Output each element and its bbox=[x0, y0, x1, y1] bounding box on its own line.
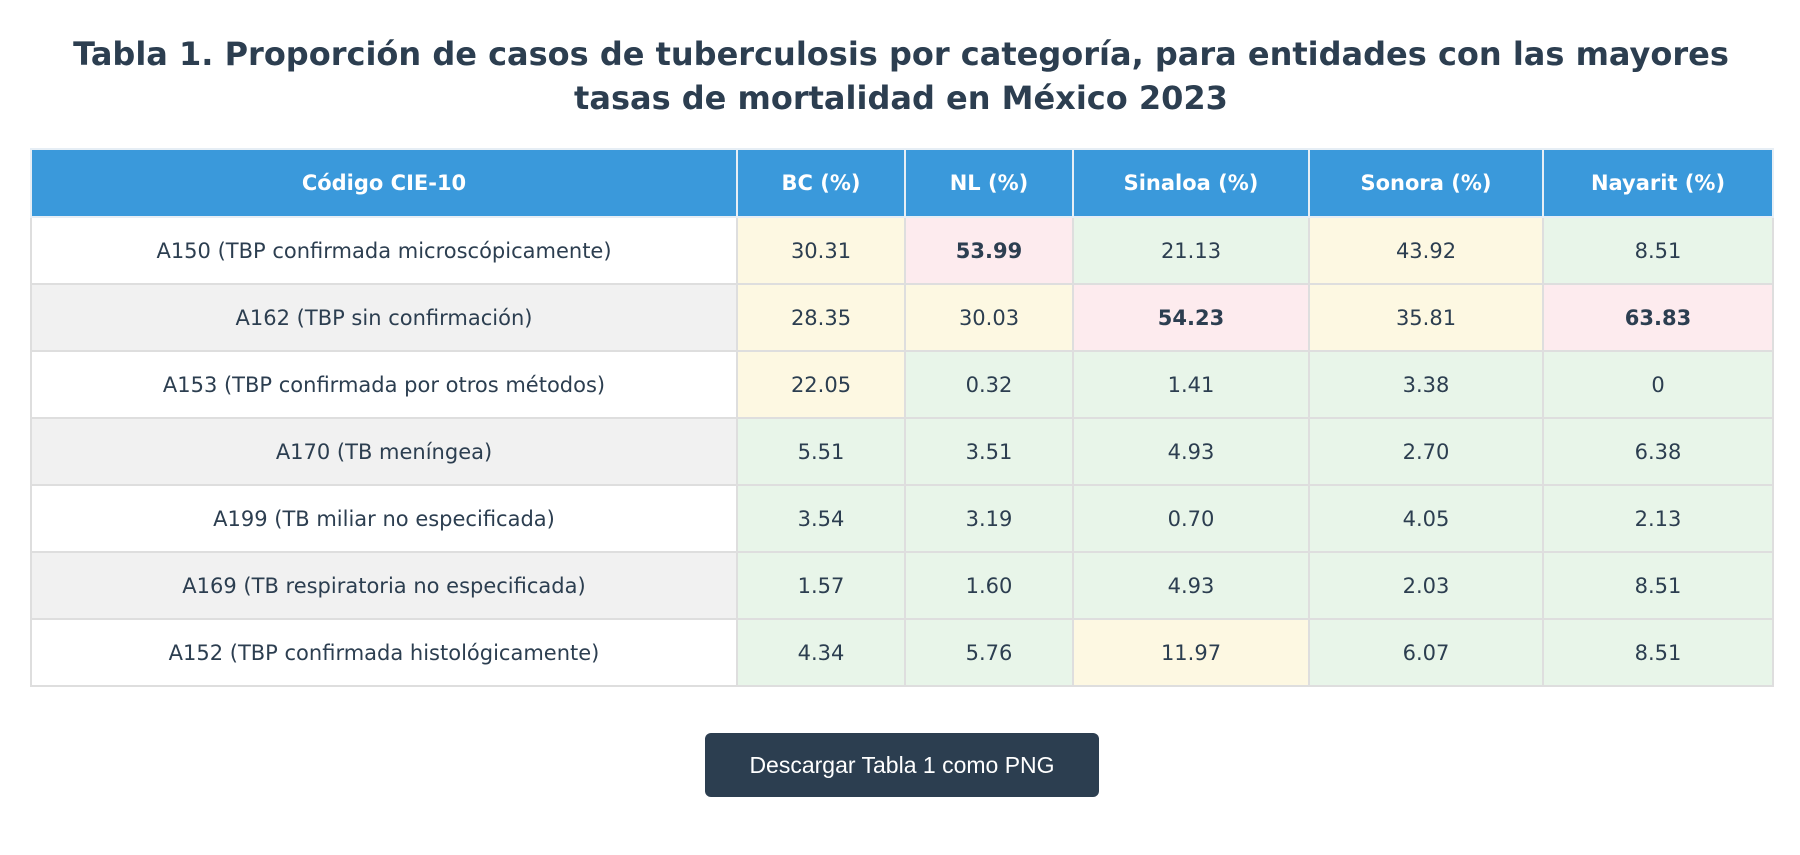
table-row: A199 (TB miliar no especificada) 3.54 3.19… bbox=[30, 484, 1774, 553]
row-label-cell: A150 (TBP confirmada microscópicamente) bbox=[30, 216, 738, 285]
value-cell: 11.97 bbox=[1072, 618, 1310, 687]
column-header-nl: NL (%) bbox=[904, 148, 1074, 218]
value-cell: 4.05 bbox=[1308, 484, 1544, 553]
value-cell: 1.41 bbox=[1072, 350, 1310, 419]
column-header-sinaloa: Sinaloa (%) bbox=[1072, 148, 1310, 218]
value-cell: 1.57 bbox=[736, 551, 906, 620]
value-cell: 8.51 bbox=[1542, 618, 1774, 687]
page: Tabla 1. Proporción de casos de tubercul… bbox=[0, 0, 1800, 855]
table-row: A152 (TBP confirmada histológicamente) 4.… bbox=[30, 618, 1774, 687]
value-cell: 4.34 bbox=[736, 618, 906, 687]
value-cell: 30.31 bbox=[736, 216, 906, 285]
value-cell: 6.38 bbox=[1542, 417, 1774, 486]
table-body: A150 (TBP confirmada microscópicamente) 3… bbox=[30, 216, 1774, 687]
row-label-cell: A199 (TB miliar no especificada) bbox=[30, 484, 738, 553]
value-cell: 3.51 bbox=[904, 417, 1074, 486]
value-cell: 28.35 bbox=[736, 283, 906, 352]
value-cell: 1.60 bbox=[904, 551, 1074, 620]
value-cell: 35.81 bbox=[1308, 283, 1544, 352]
column-header-code: Código CIE-10 bbox=[30, 148, 738, 218]
value-cell: 30.03 bbox=[904, 283, 1074, 352]
value-cell: 43.92 bbox=[1308, 216, 1544, 285]
table-row: A170 (TB meníngea) 5.51 3.51 4.93 2.70 6.38 bbox=[30, 417, 1774, 486]
value-cell: 2.13 bbox=[1542, 484, 1774, 553]
value-cell: 4.93 bbox=[1072, 551, 1310, 620]
value-cell: 6.07 bbox=[1308, 618, 1544, 687]
table-row: A150 (TBP confirmada microscópicamente) 3… bbox=[30, 216, 1774, 285]
value-cell: 5.51 bbox=[736, 417, 906, 486]
value-cell: 2.70 bbox=[1308, 417, 1544, 486]
row-label-cell: A153 (TBP confirmada por otros métodos) bbox=[30, 350, 738, 419]
value-cell: 0.70 bbox=[1072, 484, 1310, 553]
row-label-cell: A162 (TBP sin confirmación) bbox=[30, 283, 738, 352]
table-row: A153 (TBP confirmada por otros métodos) 2… bbox=[30, 350, 1774, 419]
table-row: A162 (TBP sin confirmación) 28.35 30.03 54.… bbox=[30, 283, 1774, 352]
header-row: Código CIE-10 BC (%) NL (%) Sinaloa (%) … bbox=[30, 148, 1774, 218]
value-cell: 4.93 bbox=[1072, 417, 1310, 486]
table-header: Código CIE-10 BC (%) NL (%) Sinaloa (%) … bbox=[30, 148, 1774, 218]
table-title: Tabla 1. Proporción de casos de tubercul… bbox=[73, 35, 1729, 117]
tuberculosis-table: Código CIE-10 BC (%) NL (%) Sinaloa (%) … bbox=[30, 148, 1774, 687]
value-cell: 0 bbox=[1542, 350, 1774, 419]
value-cell: 21.13 bbox=[1072, 216, 1310, 285]
download-png-button[interactable]: Descargar Tabla 1 como PNG bbox=[705, 733, 1099, 797]
value-cell: 22.05 bbox=[736, 350, 906, 419]
value-cell: 53.99 bbox=[904, 216, 1074, 285]
value-cell: 8.51 bbox=[1542, 551, 1774, 620]
value-cell: 2.03 bbox=[1308, 551, 1544, 620]
column-header-bc: BC (%) bbox=[736, 148, 906, 218]
row-label-cell: A169 (TB respiratoria no especificada) bbox=[30, 551, 738, 620]
value-cell: 3.19 bbox=[904, 484, 1074, 553]
value-cell: 54.23 bbox=[1072, 283, 1310, 352]
value-cell: 63.83 bbox=[1542, 283, 1774, 352]
table-row: A169 (TB respiratoria no especificada) 1.… bbox=[30, 551, 1774, 620]
value-cell: 3.38 bbox=[1308, 350, 1544, 419]
value-cell: 5.76 bbox=[904, 618, 1074, 687]
row-label-cell: A170 (TB meníngea) bbox=[30, 417, 738, 486]
value-cell: 3.54 bbox=[736, 484, 906, 553]
column-header-nayarit: Nayarit (%) bbox=[1542, 148, 1774, 218]
row-label-cell: A152 (TBP confirmada histológicamente) bbox=[30, 618, 738, 687]
value-cell: 8.51 bbox=[1542, 216, 1774, 285]
value-cell: 0.32 bbox=[904, 350, 1074, 419]
column-header-sonora: Sonora (%) bbox=[1308, 148, 1544, 218]
